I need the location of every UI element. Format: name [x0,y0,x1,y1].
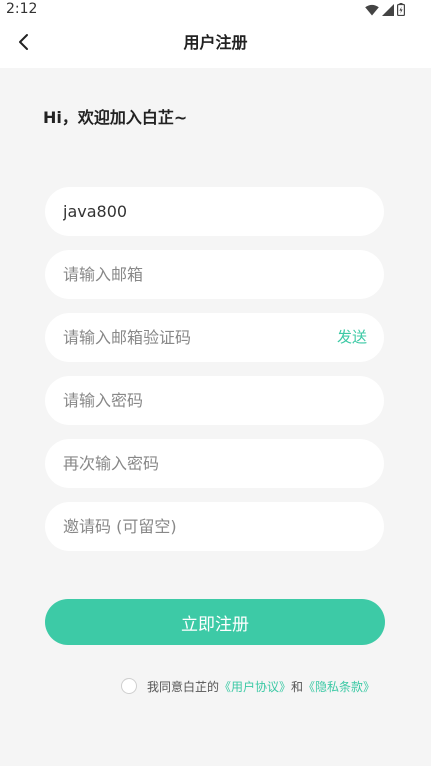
agreement-row: 我同意白芷的 《用户协议》 和 《隐私条款》 [121,676,375,696]
register-screen: 2:12 用户注册 Hi，欢迎加入白芷~ java800 请输入邮箱 请输入邮箱… [0,0,431,766]
status-bar: 2:12 [0,0,431,20]
invite-code-input[interactable] [63,502,323,551]
status-icons [365,3,405,16]
status-time: 2:12 [6,1,38,17]
agreement-and: 和 [291,679,304,694]
password-field [45,376,384,425]
email-code-field: 发送 [45,313,384,362]
signal-icon [382,3,394,16]
password-input[interactable] [63,376,323,425]
battery-icon [397,3,405,16]
email-input[interactable] [63,250,323,299]
password-confirm-field [45,439,384,488]
privacy-policy-link[interactable]: 《隐私条款》 [303,678,375,695]
register-button[interactable]: 立即注册 [45,599,385,645]
password-confirm-input[interactable] [63,439,323,488]
wifi-icon [365,4,379,16]
back-button[interactable] [8,28,40,60]
email-code-input[interactable] [63,313,323,362]
username-input[interactable] [63,187,323,236]
invite-code-field [45,502,384,551]
send-code-button[interactable]: 发送 [337,313,367,362]
email-field [45,250,384,299]
user-agreement-link[interactable]: 《用户协议》 [219,678,291,695]
agree-checkbox[interactable] [121,678,137,694]
welcome-heading: Hi，欢迎加入白芷~ [43,108,188,127]
username-field [45,187,384,236]
agreement-prefix: 我同意白芷的 [147,679,220,694]
nav-bar: 用户注册 [0,20,431,68]
page-title: 用户注册 [183,33,248,52]
chevron-left-icon [17,33,31,55]
